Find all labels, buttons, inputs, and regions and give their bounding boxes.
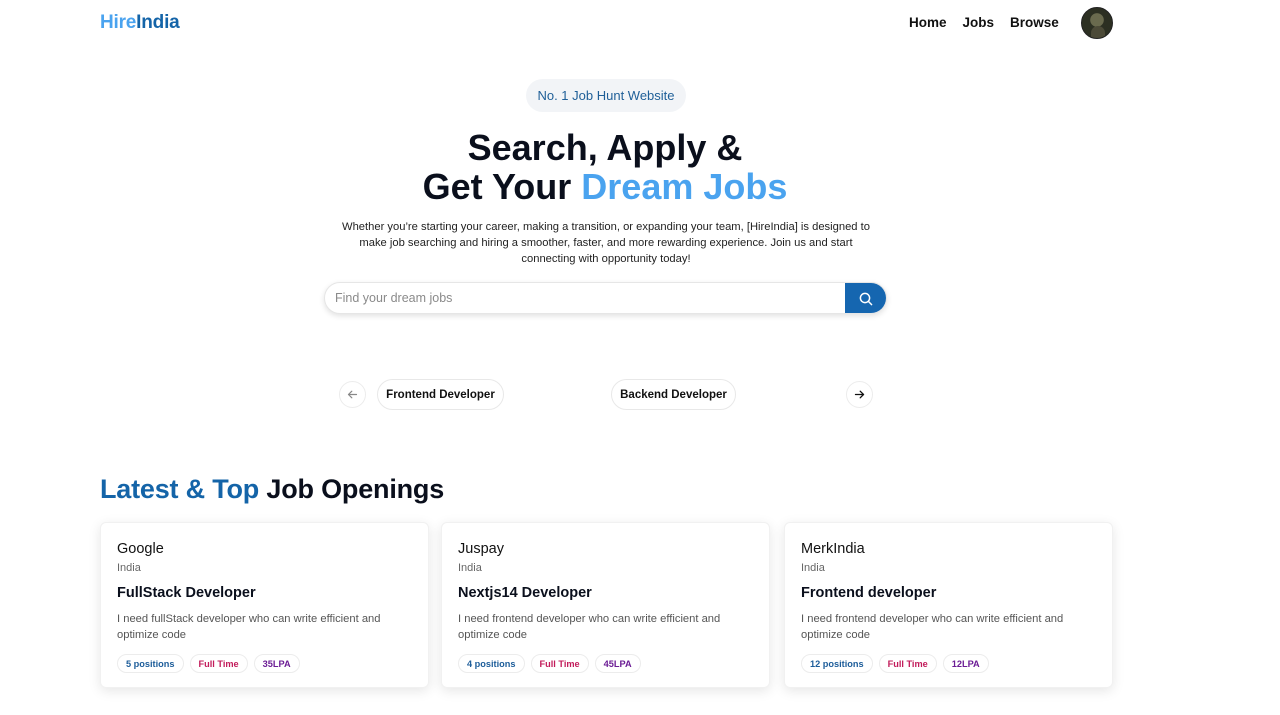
job-type-badge: Full Time bbox=[878, 654, 937, 673]
job-tags: 4 positions Full Time 45LPA bbox=[458, 654, 641, 673]
job-company: MerkIndia bbox=[801, 541, 865, 557]
hero-title-line2-accent: Dream Jobs bbox=[581, 166, 788, 207]
job-type-badge: Full Time bbox=[189, 654, 248, 673]
job-location: India bbox=[801, 562, 825, 574]
arrow-right-icon bbox=[854, 390, 865, 399]
category-chip-backend[interactable]: Backend Developer bbox=[611, 379, 736, 410]
logo-part-india: India bbox=[136, 12, 180, 33]
job-location: India bbox=[117, 562, 141, 574]
job-description: I need frontend developer who can write … bbox=[801, 613, 1064, 641]
section-title-plain: Job Openings bbox=[259, 474, 445, 504]
job-tags: 12 positions Full Time 12LPA bbox=[801, 654, 989, 673]
job-description: I need fullStack developer who can write… bbox=[117, 613, 381, 641]
job-location: India bbox=[458, 562, 482, 574]
job-card[interactable]: Juspay India Nextjs14 Developer I need f… bbox=[441, 522, 770, 688]
salary-badge: 12LPA bbox=[942, 654, 989, 673]
user-avatar-icon[interactable] bbox=[1081, 7, 1113, 39]
search-button[interactable] bbox=[845, 283, 886, 313]
arrow-left-icon bbox=[347, 390, 358, 399]
top-navbar: HireIndia Home Jobs Browse bbox=[0, 0, 1280, 46]
search-icon bbox=[859, 292, 872, 306]
hero-title-line1: Search, Apply & bbox=[467, 127, 743, 168]
hero-title-line2: Get Your Dream Jobs bbox=[340, 167, 870, 206]
search-input[interactable] bbox=[325, 283, 847, 313]
hero-badge: No. 1 Job Hunt Website bbox=[526, 79, 686, 112]
nav-link-jobs[interactable]: Jobs bbox=[963, 15, 995, 30]
carousel-prev-button[interactable] bbox=[339, 381, 366, 408]
salary-badge: 45LPA bbox=[594, 654, 641, 673]
job-role: Nextjs14 Developer bbox=[458, 585, 592, 601]
section-title-accent: Latest & Top bbox=[100, 474, 260, 504]
salary-badge: 35LPA bbox=[253, 654, 300, 673]
logo-part-hire: Hire bbox=[100, 12, 137, 33]
job-role: FullStack Developer bbox=[117, 585, 256, 601]
nav-link-home[interactable]: Home bbox=[909, 15, 947, 30]
nav-links: Home Jobs Browse bbox=[909, 15, 1059, 30]
job-role: Frontend developer bbox=[801, 585, 937, 601]
job-card[interactable]: MerkIndia India Frontend developer I nee… bbox=[784, 522, 1113, 688]
logo[interactable]: HireIndia bbox=[100, 12, 180, 34]
hero-title: Search, Apply & Get Your Dream Jobs bbox=[340, 128, 870, 206]
positions-badge: 12 positions bbox=[801, 654, 873, 673]
hero-description: Whether you’re starting your career, mak… bbox=[342, 221, 870, 265]
hero-title-line2-plain: Get Your bbox=[422, 166, 582, 207]
carousel-next-button[interactable] bbox=[846, 381, 873, 408]
job-card[interactable]: Google India FullStack Developer I need … bbox=[100, 522, 429, 688]
category-chip-frontend[interactable]: Frontend Developer bbox=[377, 379, 504, 410]
job-type-badge: Full Time bbox=[530, 654, 589, 673]
search-bar bbox=[324, 282, 887, 314]
job-company: Google bbox=[117, 541, 164, 557]
section-title: Latest & Top Job Openings bbox=[100, 474, 444, 505]
positions-badge: 4 positions bbox=[458, 654, 525, 673]
positions-badge: 5 positions bbox=[117, 654, 184, 673]
job-company: Juspay bbox=[458, 541, 504, 557]
job-tags: 5 positions Full Time 35LPA bbox=[117, 654, 300, 673]
nav-link-browse[interactable]: Browse bbox=[1010, 15, 1059, 30]
job-description: I need frontend developer who can write … bbox=[458, 613, 721, 641]
